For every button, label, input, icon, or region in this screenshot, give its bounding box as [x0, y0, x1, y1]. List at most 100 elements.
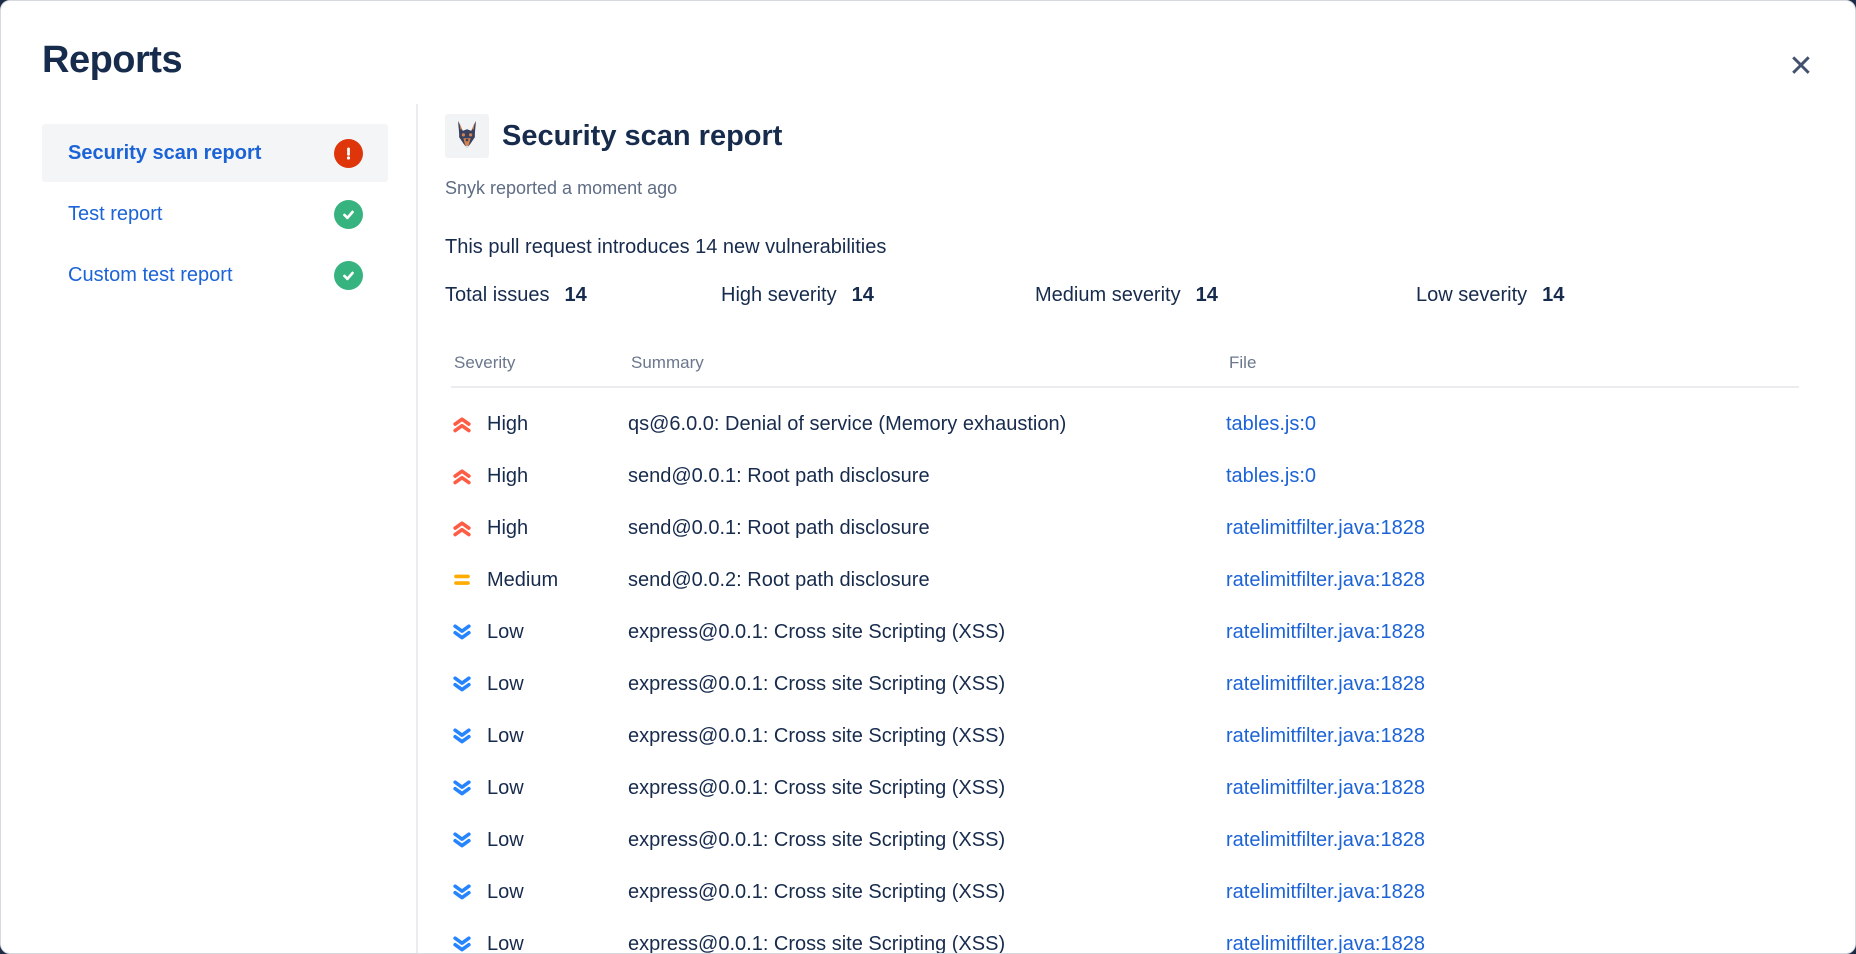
report-stats: Total issues 14 High severity 14 Medium …: [445, 283, 1799, 307]
severity-label: Low: [487, 725, 524, 748]
low-severity-icon: [451, 621, 473, 643]
severity-label: Low: [487, 933, 524, 954]
sidebar-report-label: Security scan report: [68, 142, 261, 165]
report-panel: Security scan report Snyk reported a mom…: [445, 114, 1799, 954]
issue-row: High qs@6.0.0: Denial of service (Memory…: [451, 398, 1799, 450]
severity-label: Low: [487, 777, 524, 800]
file-link[interactable]: ratelimitfilter.java:1828: [1226, 673, 1425, 695]
report-reporter-line: Snyk reported a moment ago: [445, 177, 1799, 199]
col-header-severity: Severity: [454, 353, 631, 373]
severity-label: Low: [487, 881, 524, 904]
severity-label: Low: [487, 829, 524, 852]
severity-cell: High: [451, 413, 628, 436]
issue-summary: express@0.0.1: Cross site Scripting (XSS…: [628, 621, 1226, 644]
low-severity-icon: [451, 777, 473, 799]
issue-row: Low express@0.0.1: Cross site Scripting …: [451, 658, 1799, 710]
issue-summary: send@0.0.1: Root path disclosure: [628, 517, 1226, 540]
file-link[interactable]: ratelimitfilter.java:1828: [1226, 569, 1425, 591]
stat: High severity 14: [721, 283, 1035, 307]
severity-label: Medium: [487, 569, 558, 592]
issue-row: Low express@0.0.1: Cross site Scripting …: [451, 606, 1799, 658]
file-link[interactable]: ratelimitfilter.java:1828: [1226, 829, 1425, 851]
severity-cell: Low: [451, 725, 628, 748]
sidebar-report-label: Custom test report: [68, 264, 233, 287]
low-severity-icon: [451, 881, 473, 903]
close-icon: ✕: [1788, 50, 1813, 83]
issue-summary: qs@6.0.0: Denial of service (Memory exha…: [628, 413, 1226, 436]
issue-row: Low express@0.0.1: Cross site Scripting …: [451, 814, 1799, 866]
success-badge-icon: [334, 200, 363, 229]
issue-row: Low express@0.0.1: Cross site Scripting …: [451, 710, 1799, 762]
stat: Total issues 14: [445, 283, 721, 307]
stat-label: Total issues: [445, 283, 550, 307]
issue-summary: express@0.0.1: Cross site Scripting (XSS…: [628, 777, 1226, 800]
high-severity-icon: [451, 413, 473, 435]
severity-label: Low: [487, 673, 524, 696]
reports-sidebar: Security scan report Test report Custom …: [42, 124, 388, 307]
sidebar-divider: [416, 104, 418, 953]
stat-value: 14: [1542, 283, 1564, 307]
severity-cell: High: [451, 517, 628, 540]
sidebar-report-item[interactable]: Custom test report: [42, 246, 388, 304]
reports-dialog: Reports ✕ Security scan report Test repo…: [0, 0, 1856, 954]
success-badge-icon: [334, 261, 363, 290]
file-link[interactable]: ratelimitfilter.java:1828: [1226, 621, 1425, 643]
report-title: Security scan report: [502, 120, 782, 153]
dialog-title: Reports: [42, 39, 182, 82]
sidebar-report-label: Test report: [68, 203, 162, 226]
high-severity-icon: [451, 465, 473, 487]
issue-summary: express@0.0.1: Cross site Scripting (XSS…: [628, 673, 1226, 696]
low-severity-icon: [451, 673, 473, 695]
issues-table-body: High qs@6.0.0: Denial of service (Memory…: [451, 388, 1799, 954]
file-link[interactable]: ratelimitfilter.java:1828: [1226, 933, 1425, 954]
file-link[interactable]: tables.js:0: [1226, 413, 1316, 435]
severity-cell: Low: [451, 777, 628, 800]
file-link[interactable]: ratelimitfilter.java:1828: [1226, 517, 1425, 539]
issue-summary: send@0.0.2: Root path disclosure: [628, 569, 1226, 592]
col-header-file: File: [1229, 353, 1799, 373]
issue-row: Low express@0.0.1: Cross site Scripting …: [451, 866, 1799, 918]
issue-summary: send@0.0.1: Root path disclosure: [628, 465, 1226, 488]
col-header-summary: Summary: [631, 353, 1229, 373]
severity-cell: Low: [451, 829, 628, 852]
issues-table-header: Severity Summary File: [451, 353, 1799, 388]
snyk-doberman-logo-icon: [445, 114, 489, 158]
severity-label: High: [487, 465, 528, 488]
severity-cell: Low: [451, 933, 628, 954]
low-severity-icon: [451, 933, 473, 954]
issue-summary: express@0.0.1: Cross site Scripting (XSS…: [628, 829, 1226, 852]
error-badge-icon: [334, 139, 363, 168]
report-description: This pull request introduces 14 new vuln…: [445, 235, 1799, 259]
issue-summary: express@0.0.1: Cross site Scripting (XSS…: [628, 933, 1226, 954]
stat-value: 14: [565, 283, 587, 307]
issue-summary: express@0.0.1: Cross site Scripting (XSS…: [628, 881, 1226, 904]
severity-label: High: [487, 413, 528, 436]
severity-cell: High: [451, 465, 628, 488]
issue-row: High send@0.0.1: Root path disclosure ra…: [451, 502, 1799, 554]
stat: Low severity 14: [1416, 283, 1799, 307]
stat-label: High severity: [721, 283, 837, 307]
close-button[interactable]: ✕: [1777, 45, 1825, 89]
medium-severity-icon: [451, 569, 473, 591]
file-link[interactable]: ratelimitfilter.java:1828: [1226, 725, 1425, 747]
stat-value: 14: [1196, 283, 1218, 307]
issue-row: Low express@0.0.1: Cross site Scripting …: [451, 918, 1799, 954]
severity-label: High: [487, 517, 528, 540]
stat-value: 14: [852, 283, 874, 307]
file-link[interactable]: ratelimitfilter.java:1828: [1226, 881, 1425, 903]
severity-cell: Low: [451, 673, 628, 696]
sidebar-report-item[interactable]: Test report: [42, 185, 388, 243]
report-header: Security scan report: [445, 114, 1799, 158]
stat-label: Medium severity: [1035, 283, 1181, 307]
issue-row: Low express@0.0.1: Cross site Scripting …: [451, 762, 1799, 814]
severity-label: Low: [487, 621, 524, 644]
severity-cell: Low: [451, 881, 628, 904]
issue-summary: express@0.0.1: Cross site Scripting (XSS…: [628, 725, 1226, 748]
severity-cell: Low: [451, 621, 628, 644]
stat-label: Low severity: [1416, 283, 1527, 307]
issue-row: High send@0.0.1: Root path disclosure ta…: [451, 450, 1799, 502]
sidebar-report-item[interactable]: Security scan report: [42, 124, 388, 182]
file-link[interactable]: tables.js:0: [1226, 465, 1316, 487]
issues-table: Severity Summary File: [445, 353, 1799, 954]
file-link[interactable]: ratelimitfilter.java:1828: [1226, 777, 1425, 799]
